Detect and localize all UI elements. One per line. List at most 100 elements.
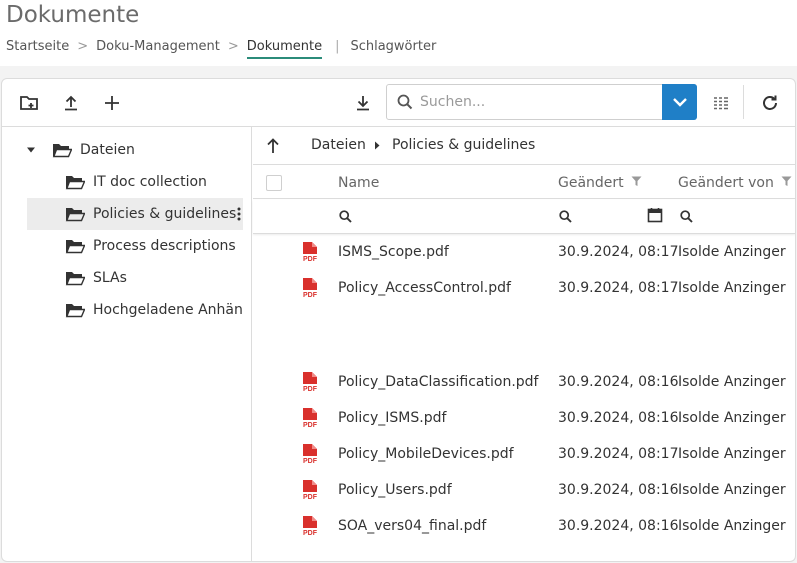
breadcrumb-item-startseite[interactable]: Startseite (6, 39, 69, 54)
tree-node-hochgeladene-anhaenge[interactable]: Hochgeladene Anhänge (65, 294, 243, 326)
refresh-button[interactable] (757, 91, 783, 115)
search-icon (397, 94, 413, 110)
folder-open-icon (52, 144, 72, 158)
table-row[interactable]: PDF Policy_Users.pdf 30.9.2024, 08:16 Isold… (253, 473, 795, 509)
svg-text:PDF: PDF (303, 386, 318, 393)
tree-node-slas[interactable]: SLAs (65, 262, 243, 294)
tree-node-label: Policies & guidelines (93, 206, 237, 222)
pdf-icon: PDF (303, 242, 318, 263)
file-modified: 30.9.2024, 08:17 (558, 280, 679, 296)
upload-icon (65, 95, 77, 111)
pdf-icon: PDF (303, 444, 318, 465)
svg-text:PDF: PDF (303, 494, 318, 501)
search-icon[interactable] (559, 210, 572, 223)
new-folder-icon (20, 96, 38, 110)
breadcrumb-item-doku-management[interactable]: Doku-Management (96, 39, 220, 54)
table-row[interactable]: PDF Policy_MobileDevices.pdf 30.9.2024, 08… (253, 437, 795, 473)
tree-node-label: SLAs (93, 270, 127, 286)
file-list: PDF ISMS_Scope.pdf 30.9.2024, 08:17 Isolde … (253, 235, 795, 561)
file-modified-by: Isolde Anzinger (678, 446, 786, 462)
breadcrumb-separator: > (227, 39, 239, 54)
file-modified-by: Isolde Anzinger (678, 482, 786, 498)
pdf-icon: PDF (303, 278, 318, 299)
table-row[interactable]: PDF ISMS_Scope.pdf 30.9.2024, 08:17 Isolde … (253, 235, 795, 271)
search-box (386, 84, 697, 120)
path-segment-dateien[interactable]: Dateien (311, 137, 366, 153)
folder-open-icon (65, 272, 85, 286)
add-button[interactable] (99, 91, 125, 115)
svg-text:PDF: PDF (303, 292, 318, 299)
table-row[interactable]: PDF Policy_DataClassification.pdf 30.9.202… (253, 365, 795, 401)
search-icon[interactable] (339, 210, 352, 223)
select-all-checkbox[interactable] (266, 175, 282, 191)
column-header-label: Geändert von (678, 175, 774, 191)
pdf-icon: PDF (303, 408, 318, 429)
page-title: Dokumente (6, 2, 140, 28)
path-segment-current[interactable]: Policies & guidelines (392, 137, 535, 153)
column-header-modified-by[interactable]: Geändert von (678, 175, 792, 191)
file-modified: 30.9.2024, 08:16 (558, 410, 679, 426)
svg-text:PDF: PDF (303, 530, 318, 537)
file-name[interactable]: Policy_Users.pdf (338, 482, 452, 498)
new-folder-button[interactable] (16, 91, 42, 115)
search-input[interactable] (420, 91, 660, 113)
folder-tree: Dateien IT doc collection Policies & gui… (2, 127, 252, 561)
tree-node-policies-guidelines[interactable]: Policies & guidelines (27, 198, 243, 230)
upload-button[interactable] (58, 91, 84, 115)
pdf-icon: PDF (303, 372, 318, 393)
folder-open-icon (65, 208, 85, 222)
file-modified: 30.9.2024, 08:17 (558, 446, 679, 462)
arrow-up-icon[interactable] (265, 137, 281, 155)
breadcrumb-divider: | (335, 39, 340, 54)
file-name[interactable]: Policy_DataClassification.pdf (338, 374, 538, 390)
tree-node-it-doc-collection[interactable]: IT doc collection (65, 166, 243, 198)
search-options-dropdown[interactable] (662, 84, 697, 120)
breadcrumb: Startseite > Doku-Management > Dokumente | Sch… (6, 39, 436, 59)
file-modified-by: Isolde Anzinger (678, 410, 786, 426)
table-row[interactable]: PDF Policy_ISMS.pdf 30.9.2024, 08:16 Isolde… (253, 401, 795, 437)
tree-node-process-descriptions[interactable]: Process descriptions (65, 230, 243, 262)
chevron-down-icon (672, 98, 687, 107)
file-name[interactable]: Policy_AccessControl.pdf (338, 280, 511, 296)
folder-open-icon (65, 240, 85, 254)
file-modified: 30.9.2024, 08:16 (558, 374, 679, 390)
calendar-icon[interactable] (647, 207, 663, 223)
search-icon[interactable] (680, 210, 693, 223)
download-icon (357, 96, 369, 111)
tab-schlagwoerter[interactable]: Schlagwörter (350, 39, 436, 54)
tree-node-label: Process descriptions (93, 238, 236, 254)
svg-text:PDF: PDF (303, 256, 318, 263)
breadcrumb-item-dokumente[interactable]: Dokumente (246, 39, 323, 59)
breadcrumb-separator: > (77, 39, 89, 54)
filter-icon[interactable] (631, 176, 642, 187)
table-row[interactable]: PDF SOA_vers04_final.pdf 30.9.2024, 08:16 I… (253, 509, 795, 545)
file-modified-by: Isolde Anzinger (678, 374, 786, 390)
tree-node-dateien[interactable]: Dateien (26, 134, 246, 166)
file-modified: 30.9.2024, 08:16 (558, 482, 679, 498)
column-header-label: Geändert (558, 175, 624, 191)
tree-node-label: Hochgeladene Anhänge (93, 302, 243, 318)
folder-open-icon (65, 304, 85, 318)
file-name[interactable]: Policy_ISMS.pdf (338, 410, 446, 426)
refresh-icon (763, 95, 777, 110)
file-name[interactable]: ISMS_Scope.pdf (338, 244, 449, 260)
documents-panel: Dateien IT doc collection Policies & gui… (1, 78, 796, 562)
column-header-name[interactable]: Name (338, 175, 379, 191)
column-header-modified[interactable]: Geändert (558, 175, 642, 191)
tree-node-label: Dateien (80, 142, 135, 158)
file-name[interactable]: SOA_vers04_final.pdf (338, 518, 486, 534)
more-options-icon[interactable] (237, 207, 241, 221)
pdf-icon: PDF (303, 516, 318, 537)
svg-text:PDF: PDF (303, 458, 318, 465)
file-modified-by: Isolde Anzinger (678, 280, 786, 296)
file-name[interactable]: Policy_MobileDevices.pdf (338, 446, 514, 462)
file-modified-by: Isolde Anzinger (678, 518, 786, 534)
download-button[interactable] (350, 91, 376, 115)
svg-text:PDF: PDF (303, 422, 318, 429)
filter-row (253, 200, 795, 234)
table-header: Name Geändert Geändert von (253, 166, 795, 199)
plus-icon (105, 96, 119, 110)
filter-icon[interactable] (781, 176, 792, 187)
column-settings-button[interactable] (708, 91, 734, 115)
table-row[interactable]: PDF Policy_AccessControl.pdf 30.9.2024, 08… (253, 271, 795, 307)
